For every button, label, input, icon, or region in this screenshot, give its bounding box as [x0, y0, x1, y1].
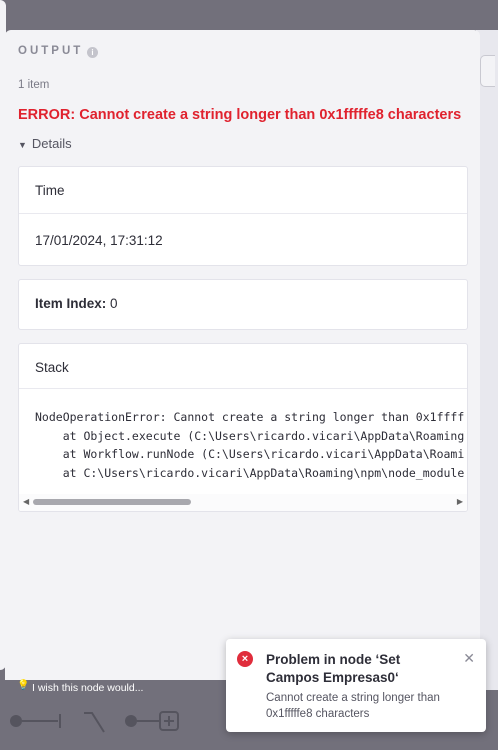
- chevron-down-icon: ▼: [18, 140, 27, 150]
- toast-title: Problem in node ‘Set Campos Empresas0‘: [266, 652, 401, 685]
- time-label: Time: [35, 183, 65, 198]
- time-value: 17/01/2024, 17:31:12: [35, 233, 163, 248]
- card-divider: [19, 213, 467, 214]
- node-connector-dot: [10, 715, 22, 727]
- horizontal-scrollbar[interactable]: ◀ ▶: [19, 494, 467, 511]
- item-index-row: Item Index: 0: [35, 296, 118, 311]
- item-index-card: Item Index: 0: [18, 279, 468, 330]
- info-icon[interactable]: i: [87, 47, 98, 58]
- scroll-right-icon[interactable]: ▶: [457, 497, 463, 506]
- item-index-value: 0: [110, 296, 118, 311]
- error-toast[interactable]: × Problem in node ‘Set Campos Empresas0‘…: [226, 639, 486, 732]
- wish-text: I wish this node would...: [32, 682, 144, 694]
- item-count: 1 item: [18, 79, 50, 91]
- node-connector-dot: [125, 715, 137, 727]
- scrollbar-thumb[interactable]: [33, 499, 191, 505]
- scroll-left-icon[interactable]: ◀: [23, 497, 29, 506]
- error-title: ERROR: Cannot create a string longer tha…: [18, 107, 462, 123]
- right-panel-handle[interactable]: [480, 55, 495, 87]
- stack-card: Stack NodeOperationError: Cannot create …: [18, 343, 468, 512]
- close-icon[interactable]: ✕: [463, 650, 475, 667]
- node-icon-path: [84, 712, 105, 733]
- details-toggle-label: Details: [31, 136, 72, 151]
- details-toggle[interactable]: ▼ Details: [18, 136, 72, 151]
- time-card: Time 17/01/2024, 17:31:12: [18, 166, 468, 266]
- lightbulb-icon: 💡: [17, 680, 30, 691]
- output-title: OUTPUT: [18, 45, 84, 57]
- stack-label: Stack: [35, 360, 69, 375]
- item-index-label: Item Index:: [35, 296, 107, 311]
- stack-trace: NodeOperationError: Cannot create a stri…: [35, 410, 465, 480]
- error-x-icon: ×: [237, 651, 253, 667]
- toast-message: Cannot create a string longer than 0x1ff…: [266, 692, 440, 720]
- card-divider: [19, 388, 467, 389]
